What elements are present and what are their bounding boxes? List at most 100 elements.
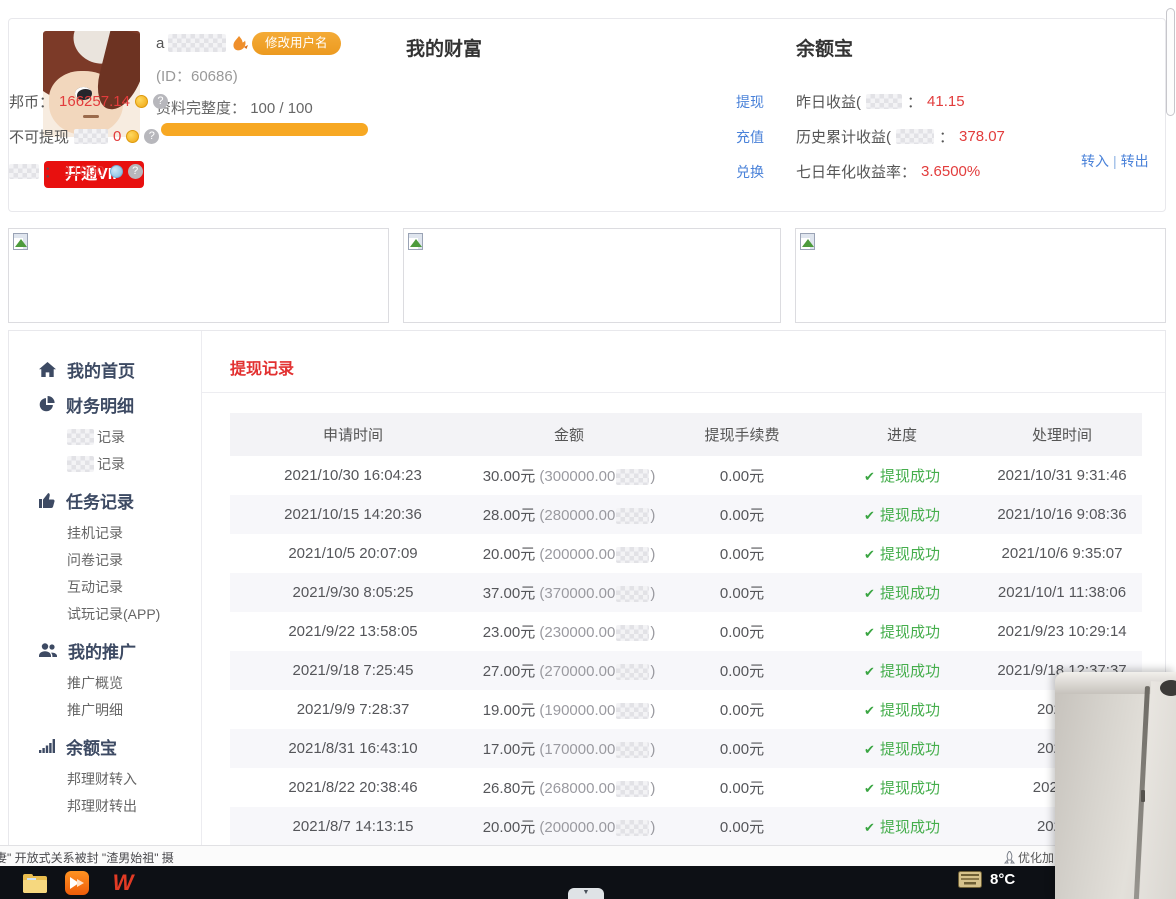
amount-value: 19.00元: [483, 702, 540, 719]
optimize-accelerate[interactable]: 优化加: [1004, 849, 1054, 866]
wealth-row: 邦币： 166257.14 ?: [9, 91, 168, 111]
cell-status: ✔提现成功: [822, 699, 982, 720]
sidebar-subitem[interactable]: 互动记录: [67, 577, 201, 597]
amount-detail: (230000.00: [539, 624, 615, 641]
cell-amount: 27.00元 (270000.00): [476, 660, 662, 681]
cell-fee: 0.00元: [662, 543, 822, 564]
sidebar-item-label: 余额宝: [66, 734, 117, 759]
profile-completeness: 资料完整度： 100 / 100: [156, 97, 313, 118]
cell-apply-time: 2021/8/22 20:38:46: [230, 779, 476, 796]
pip-camera-window[interactable]: [1055, 672, 1176, 899]
sidebar-subitem[interactable]: 记录: [67, 427, 201, 447]
amount-value: 30.00元: [483, 468, 540, 485]
redacted-currency: [616, 742, 649, 758]
sidebar-item-home[interactable]: 我的首页: [39, 357, 201, 381]
cell-amount: 26.80元 (268000.00): [476, 777, 662, 798]
sidebar-subitem[interactable]: 推广概览: [67, 673, 201, 693]
table-header-row: 申请时间 金额 提现手续费 进度 处理时间: [230, 413, 1142, 456]
cell-amount: 20.00元 (200000.00): [476, 543, 662, 564]
cell-done-time: 2021/10/16 9:08:36: [982, 506, 1142, 523]
sidebar-subitem-label: 记录: [97, 427, 125, 447]
redacted-text: [896, 129, 934, 144]
status-text: 提现成功: [880, 507, 940, 524]
avatar[interactable]: [43, 31, 140, 137]
sidebar-sublist: 推广概览 推广明细: [67, 673, 201, 720]
sidebar-subitem[interactable]: 邦理财转出: [67, 796, 201, 816]
ad-banner[interactable]: [795, 228, 1166, 323]
wealth-label: ：: [44, 161, 59, 182]
yuebao-label-post: ：: [939, 126, 954, 147]
sidebar-item-finance[interactable]: 财务明细: [39, 392, 201, 416]
withdraw-link[interactable]: 提现: [736, 92, 764, 112]
cell-fee: 0.00元: [662, 660, 822, 681]
amount-detail: (200000.00: [539, 819, 615, 836]
help-icon[interactable]: ?: [153, 94, 168, 109]
broken-image-icon: [408, 233, 423, 250]
temperature-label: 8°C: [990, 871, 1015, 888]
main-card: 我的首页 财务明细 记录 记录 任务记录 挂机记录 问卷记录 互动记录 试玩记录…: [8, 330, 1166, 846]
withdraw-table-body: 2021/10/30 16:04:23 30.00元 (300000.00) 0…: [230, 456, 1142, 846]
sidebar-item-tasks[interactable]: 任务记录: [39, 488, 201, 512]
redacted-currency: [616, 781, 649, 797]
redacted-text: [67, 429, 94, 445]
amount-value: 37.00元: [483, 585, 540, 602]
ad-banner[interactable]: [403, 228, 781, 323]
sidebar-item-yuebao[interactable]: 余额宝: [39, 734, 201, 758]
cell-status: ✔提现成功: [822, 621, 982, 642]
sidebar-subitem[interactable]: 试玩记录(APP): [67, 604, 201, 624]
redacted-currency: [616, 703, 649, 719]
exchange-link[interactable]: 兑换: [736, 162, 764, 182]
sidebar-subitem[interactable]: 问卷记录: [67, 550, 201, 570]
amount-close-paren: ): [650, 546, 655, 563]
sidebar-subitem-label: 互动记录: [67, 577, 123, 597]
downloader-app-icon[interactable]: [64, 871, 90, 895]
broken-image-icon: [13, 233, 28, 250]
cell-amount: 30.00元 (300000.00): [476, 465, 662, 486]
weather-tray[interactable]: 8°C: [958, 871, 1015, 888]
avatar-art: [83, 115, 99, 118]
help-icon[interactable]: ?: [128, 164, 143, 179]
username-row: a: [156, 32, 249, 54]
taskbar-hide-handle[interactable]: ▼: [568, 888, 604, 899]
sidebar-subitem[interactable]: 邦理财转入: [67, 769, 201, 789]
completeness-value: 100 / 100: [250, 100, 313, 117]
table-row: 2021/10/5 20:07:09 20.00元 (200000.00) 0.…: [230, 534, 1142, 573]
wealth-value: 166257.14: [59, 93, 130, 110]
table-row: 2021/8/31 16:43:10 17.00元 (170000.00) 0.…: [230, 729, 1142, 768]
table-row: 2021/10/30 16:04:23 30.00元 (300000.00) 0…: [230, 456, 1142, 495]
sidebar-subitem[interactable]: 推广明细: [67, 700, 201, 720]
recharge-link[interactable]: 充值: [736, 127, 764, 147]
status-text: 提现成功: [880, 624, 940, 641]
rocket-icon: [1004, 851, 1015, 864]
keyboard-icon: [958, 871, 982, 888]
sidebar-subitem[interactable]: 挂机记录: [67, 523, 201, 543]
cell-done-time: 2021/9/23 10:29:14: [982, 623, 1142, 640]
yuebao-value: 3.6500%: [921, 163, 980, 180]
wps-office-icon[interactable]: W: [110, 871, 136, 895]
wps-letter: W: [113, 871, 134, 895]
col-header-fee: 提现手续费: [662, 424, 822, 445]
pip-dark-object: [1160, 680, 1176, 696]
redacted-currency: [616, 625, 649, 641]
cell-status: ✔提现成功: [822, 738, 982, 759]
transfer-out-link[interactable]: 转出: [1121, 153, 1149, 169]
scrollbar-thumb[interactable]: [1166, 8, 1175, 116]
transfer-in-link[interactable]: 转入: [1081, 153, 1109, 169]
status-text: 提现成功: [880, 819, 940, 836]
help-icon[interactable]: ?: [144, 129, 159, 144]
sidebar-subitem-label: 问卷记录: [67, 550, 123, 570]
wealth-title: 我的财富: [406, 34, 482, 61]
redacted-currency: [616, 508, 649, 524]
edit-username-button[interactable]: 修改用户名: [252, 32, 341, 55]
sidebar-item-promotion[interactable]: 我的推广: [39, 638, 201, 662]
yuebao-value: 378.07: [959, 128, 1005, 145]
wealth-value: 0: [113, 128, 121, 145]
yuebao-links: 转入|转出: [1081, 151, 1149, 171]
cell-fee: 0.00元: [662, 465, 822, 486]
success-check-icon: ✔: [864, 547, 875, 562]
table-row: 2021/10/15 14:20:36 28.00元 (280000.00) 0…: [230, 495, 1142, 534]
sidebar-subitem[interactable]: 记录: [67, 454, 201, 474]
file-explorer-icon[interactable]: [22, 871, 48, 895]
cell-amount: 37.00元 (370000.00): [476, 582, 662, 603]
ad-banner[interactable]: [8, 228, 389, 323]
